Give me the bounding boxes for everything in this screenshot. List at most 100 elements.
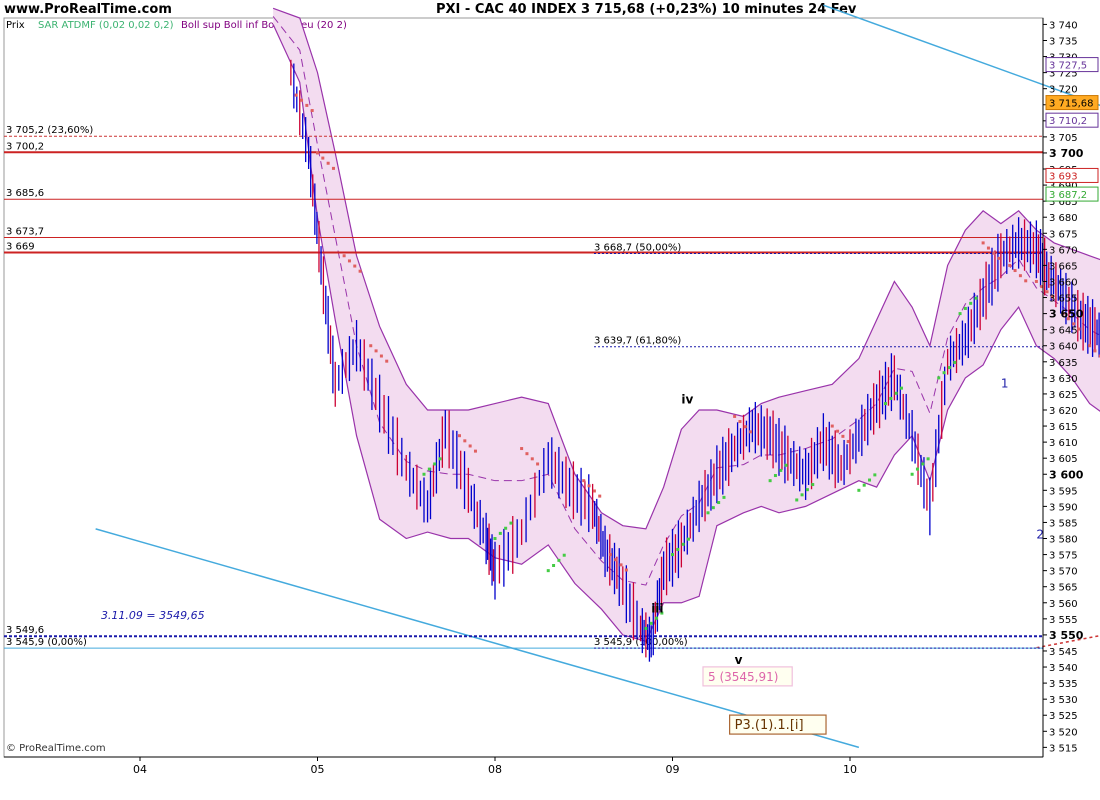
annotation-3: v	[735, 653, 743, 667]
sar-dot	[473, 449, 477, 453]
y-tick-label: 3 700	[1049, 147, 1084, 160]
sar-dot	[899, 386, 903, 390]
y-tick-label: 3 595	[1049, 486, 1078, 497]
sar-dot	[385, 359, 389, 363]
level-label-5: 3 549,6	[6, 625, 44, 636]
y-tick-label: 3 600	[1049, 468, 1084, 481]
y-tick-label: 3 585	[1049, 518, 1078, 529]
sar-dot	[857, 488, 861, 492]
boxed-label-0: 5 (3545,91)	[708, 670, 778, 684]
y-tick-label: 3 605	[1049, 454, 1078, 465]
fib-label-0: 3 668,7 (50,00%)	[594, 243, 681, 254]
sar-dot	[884, 402, 887, 406]
sar-dot	[520, 447, 524, 451]
sar-dot	[458, 434, 461, 438]
annotation-1: iv	[681, 393, 693, 407]
sar-dot	[530, 457, 534, 461]
sar-dot	[722, 495, 726, 499]
price-chart[interactable]: 3 705,2 (23,60%) 3 700,2 3 685,6 3 673,7 3 6…	[0, 0, 1100, 800]
y-tick-label: 3 525	[1049, 711, 1078, 722]
sar-dot	[504, 526, 508, 530]
sar-dot	[525, 452, 529, 456]
sar-dot	[779, 468, 783, 472]
y-tick-label: 3 675	[1049, 229, 1078, 240]
sar-dot	[598, 494, 602, 498]
sar-dot	[795, 498, 799, 502]
y-tick-label: 3 635	[1049, 358, 1078, 369]
sar-dot	[562, 553, 566, 557]
sar-dot	[921, 462, 925, 466]
sar-dot	[1024, 279, 1028, 283]
sar-dot	[347, 259, 351, 263]
sar-dot	[953, 360, 957, 364]
sar-dot	[947, 366, 951, 370]
sar-dot	[717, 501, 721, 505]
sar-dot	[749, 430, 753, 434]
chart-root: www.ProRealTime.com PXI - CAC 40 INDEX 3…	[0, 0, 1100, 800]
sar-dot	[992, 251, 996, 255]
sar-dot	[868, 478, 872, 482]
sar-dot	[671, 553, 674, 557]
sar-dot	[438, 457, 442, 461]
sar-dot	[830, 424, 834, 428]
y-tick-label: 3 740	[1049, 20, 1078, 31]
sar-dot	[889, 396, 893, 400]
sar-dot	[1077, 327, 1081, 331]
price-marker-0: 3 727,5	[1049, 61, 1087, 72]
sar-dot	[1013, 269, 1017, 273]
sar-dot	[1008, 263, 1012, 267]
y-tick-label: 3 645	[1049, 326, 1078, 337]
sar-dot	[768, 479, 772, 483]
y-tick-label: 3 535	[1049, 679, 1078, 690]
y-tick-label: 3 625	[1049, 390, 1078, 401]
sar-dot	[681, 542, 685, 546]
y-tick-label: 3 620	[1049, 406, 1078, 417]
annotation-4: 1	[1001, 377, 1009, 391]
y-tick-label: 3 680	[1049, 213, 1078, 224]
y-tick-label: 3 570	[1049, 567, 1078, 578]
sar-dot	[974, 296, 978, 300]
sar-dot	[326, 161, 330, 165]
sar-dot	[321, 156, 325, 160]
level-label-6: 3 545,9 (0,00%)	[6, 637, 87, 648]
price-marker-1: 3 715,68	[1049, 99, 1094, 110]
sar-dot	[942, 371, 946, 375]
sar-dot	[997, 256, 1001, 260]
y-tick-label: 3 640	[1049, 342, 1078, 353]
sar-dot	[958, 312, 962, 316]
sar-dot	[873, 473, 877, 477]
sar-dot	[894, 391, 898, 395]
sar-dot	[1093, 349, 1097, 353]
sar-dot	[676, 547, 680, 551]
y-tick-label: 3 735	[1049, 36, 1078, 47]
y-tick-label: 3 545	[1049, 647, 1078, 658]
sar-dot	[800, 493, 804, 497]
y-tick-label: 3 580	[1049, 535, 1078, 546]
x-tick-label: 08	[488, 763, 502, 776]
sar-dot	[509, 521, 513, 525]
sar-dot	[294, 93, 298, 97]
y-tick-label: 3 515	[1049, 743, 1078, 754]
sar-dot	[706, 511, 710, 515]
sar-dot	[592, 489, 596, 493]
sar-dot	[811, 483, 815, 487]
sar-dot	[805, 488, 809, 492]
y-tick-label: 3 660	[1049, 277, 1078, 288]
sar-dot	[733, 414, 737, 418]
price-marker-3: 3 693	[1049, 171, 1078, 182]
sar-dot	[422, 472, 426, 476]
sar-dot	[784, 463, 788, 467]
y-tick-label: 3 520	[1049, 727, 1078, 738]
sar-dot	[963, 306, 967, 310]
y-tick-label: 3 705	[1049, 133, 1078, 144]
y-tick-label: 3 555	[1049, 615, 1078, 626]
sar-dot	[468, 444, 472, 448]
sar-dot	[773, 474, 777, 478]
sar-dot	[969, 301, 973, 305]
sar-dot	[915, 467, 919, 471]
sar-dot	[552, 564, 556, 568]
sar-dot	[655, 616, 659, 620]
sar-dot	[1034, 279, 1038, 283]
sar-dot	[981, 241, 985, 245]
sar-dot	[986, 246, 990, 250]
